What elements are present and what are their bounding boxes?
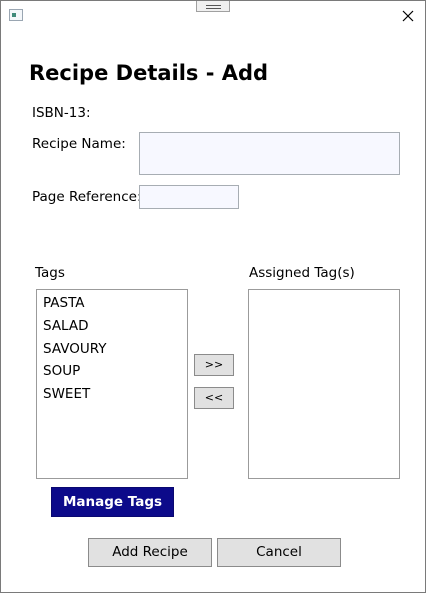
title-bar[interactable] <box>1 1 425 31</box>
list-item[interactable]: PASTA <box>37 292 187 315</box>
unassign-tag-button[interactable]: << <box>194 387 234 409</box>
tags-label: Tags <box>35 265 65 281</box>
recipe-details-window: Recipe Details - Add ISBN-13: Recipe Nam… <box>0 0 426 593</box>
close-icon <box>402 10 414 22</box>
add-recipe-button[interactable]: Add Recipe <box>88 538 212 567</box>
page-reference-label: Page Reference: <box>32 189 142 205</box>
assigned-tags-label: Assigned Tag(s) <box>249 265 355 281</box>
list-item[interactable]: SOUP <box>37 360 187 383</box>
assigned-tags-list[interactable] <box>248 289 400 479</box>
recipe-name-field[interactable] <box>139 132 400 175</box>
isbn-label: ISBN-13: <box>32 105 91 121</box>
resize-grip-icon[interactable] <box>196 1 230 12</box>
cancel-button[interactable]: Cancel <box>217 538 341 567</box>
page-reference-field[interactable] <box>139 185 239 209</box>
grip-line <box>206 8 221 9</box>
list-item[interactable]: SAVOURY <box>37 338 187 361</box>
recipe-name-label: Recipe Name: <box>32 136 126 152</box>
assign-tag-button[interactable]: >> <box>194 354 234 376</box>
available-tags-list[interactable]: PASTA SALAD SAVOURY SOUP SWEET <box>36 289 188 479</box>
page-title: Recipe Details - Add <box>29 61 269 85</box>
window-app-icon <box>9 9 23 21</box>
list-item[interactable]: SWEET <box>37 383 187 406</box>
list-item[interactable]: SALAD <box>37 315 187 338</box>
manage-tags-button[interactable]: Manage Tags <box>51 487 174 517</box>
close-button[interactable] <box>397 5 419 27</box>
app-icon-pane <box>12 13 16 17</box>
grip-line <box>206 5 221 6</box>
